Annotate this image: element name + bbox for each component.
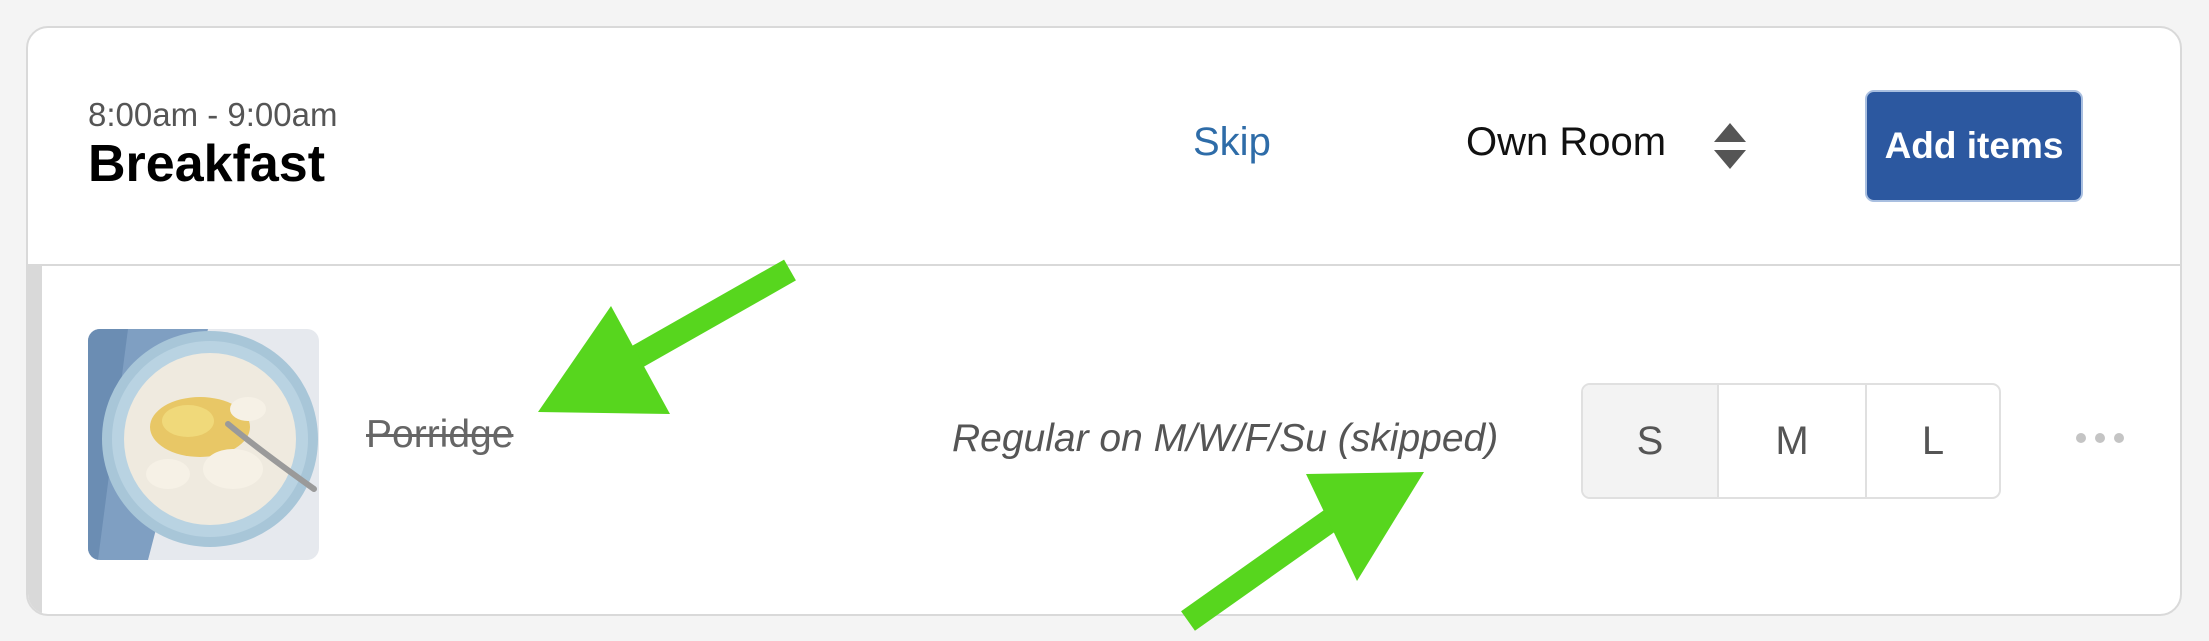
size-selector: S M L bbox=[1581, 383, 2001, 499]
size-option-l[interactable]: L bbox=[1867, 385, 1999, 497]
row-indicator bbox=[28, 265, 42, 614]
add-items-button[interactable]: Add items bbox=[1865, 90, 2083, 202]
porridge-image bbox=[88, 329, 319, 560]
size-option-m[interactable]: M bbox=[1719, 385, 1867, 497]
room-select[interactable]: Own Room bbox=[1466, 120, 1666, 165]
more-options-icon[interactable] bbox=[2074, 431, 2126, 445]
item-schedule: Regular on M/W/F/Su (skipped) bbox=[952, 417, 1499, 460]
sort-arrows-icon[interactable] bbox=[1710, 120, 1750, 172]
meal-item-row: Porridge Regular on M/W/F/Su (skipped) S… bbox=[28, 265, 2180, 614]
meal-time: 8:00am - 9:00am bbox=[88, 96, 338, 133]
item-name: Porridge bbox=[366, 413, 514, 456]
meal-card: 8:00am - 9:00am Breakfast Skip Own Room … bbox=[26, 26, 2182, 616]
skip-link[interactable]: Skip bbox=[1193, 120, 1271, 165]
size-option-s[interactable]: S bbox=[1583, 385, 1719, 497]
meal-header: 8:00am - 9:00am Breakfast Skip Own Room … bbox=[28, 28, 2180, 266]
meal-title: Breakfast bbox=[88, 135, 326, 193]
